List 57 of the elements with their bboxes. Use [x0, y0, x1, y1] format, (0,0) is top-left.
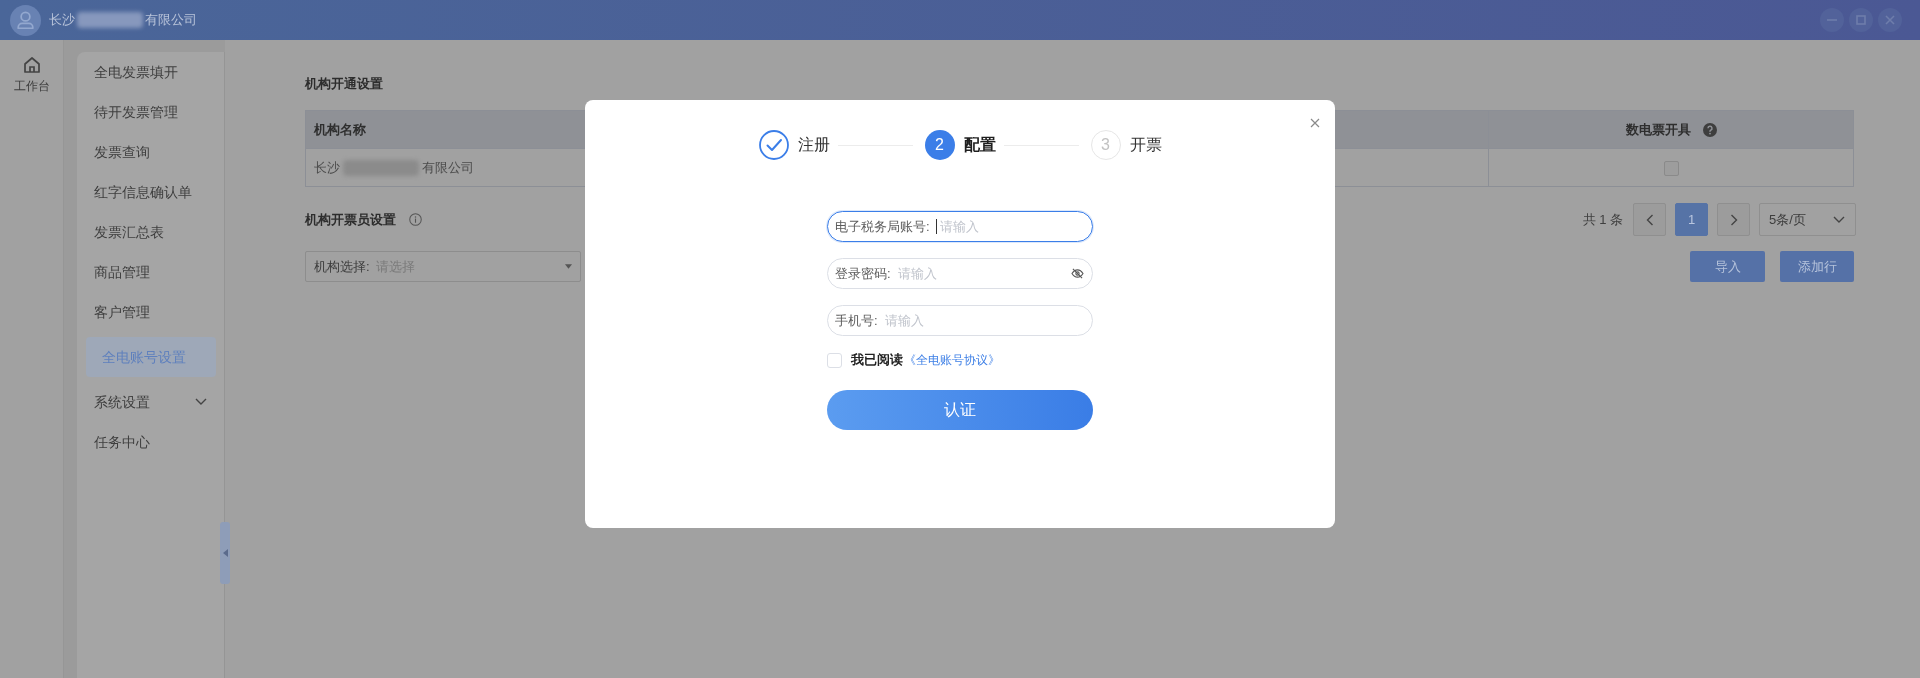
sidebar-item[interactable]: 任务中心 — [77, 422, 224, 462]
company-name: 有限公司 — [422, 159, 474, 175]
close-icon — [1310, 118, 1320, 128]
info-icon — [409, 213, 422, 226]
sidebar-item[interactable]: 客户管理 — [77, 292, 224, 332]
add-row-button[interactable]: 添加行 — [1780, 251, 1854, 282]
step-label: 配置 — [963, 135, 996, 155]
column-header: 机构名称 — [314, 120, 366, 139]
close-button[interactable] — [1878, 8, 1902, 32]
close-icon — [1884, 14, 1896, 26]
maximize-icon — [1855, 14, 1867, 26]
select-value: 5条/页 — [1769, 210, 1806, 229]
page-size-select[interactable]: 5条/页 — [1759, 203, 1856, 236]
sidebar-item[interactable]: 红字信息确认单 — [77, 172, 224, 212]
sidebar-item[interactable]: 发票查询 — [77, 132, 224, 172]
verify-button[interactable]: 认证 — [827, 390, 1093, 430]
caret-down-icon — [565, 264, 572, 269]
field-label: 机构选择: — [314, 257, 370, 276]
sidebar-item[interactable]: 待开发票管理 — [77, 92, 224, 132]
chevron-left-icon — [1645, 213, 1654, 226]
text-cursor — [936, 219, 937, 234]
company-name: 长沙 — [314, 159, 340, 175]
previous-page-button[interactable] — [1633, 203, 1666, 236]
section-title: 机构开通设置 — [305, 75, 383, 93]
sidebar-item[interactable]: 发票汇总表 — [77, 212, 224, 252]
agreement-link[interactable]: 《全电账号协议》 — [904, 351, 1000, 369]
help-icon — [1702, 122, 1717, 137]
field-label: 手机号: — [835, 312, 878, 329]
company-name: 长沙 — [49, 11, 75, 29]
company-name: 有限公司 — [145, 11, 197, 29]
import-button[interactable]: 导入 — [1690, 251, 1765, 282]
maximize-button[interactable] — [1849, 8, 1873, 32]
collapse-handle[interactable] — [220, 522, 230, 584]
page-button[interactable]: 1 — [1675, 203, 1708, 236]
rail-item[interactable]: 工作台 — [0, 40, 63, 95]
chevron-right-icon — [1729, 213, 1738, 226]
sidebar-item[interactable]: 系统设置 — [77, 382, 224, 422]
next-page-button[interactable] — [1717, 203, 1750, 236]
field-label: 电子税务局账号: — [835, 218, 930, 235]
eye-off-icon — [1071, 268, 1084, 279]
step-label: 开票 — [1129, 135, 1162, 155]
minimize-button[interactable] — [1820, 8, 1844, 32]
sidebar-item[interactable]: 全电发票填开 — [77, 52, 224, 92]
blurred-patch — [77, 12, 143, 28]
section-title: 机构开票员设置 — [305, 210, 396, 229]
agreement-text: 我已阅读 — [851, 351, 903, 370]
chevron-down-icon — [1833, 215, 1845, 224]
home-icon — [22, 56, 41, 74]
close-button[interactable] — [1308, 116, 1322, 130]
step-indicator: 2 — [924, 130, 955, 160]
sidebar-item[interactable]: 商品管理 — [77, 252, 224, 292]
total-count: 共 1 条 — [1582, 210, 1623, 229]
step-label: 注册 — [797, 135, 830, 155]
avatar-icon — [10, 4, 41, 36]
field-label: 登录密码: — [835, 265, 891, 282]
column-header: 数电票开具 — [1625, 120, 1691, 139]
caret-left-icon — [222, 549, 228, 557]
